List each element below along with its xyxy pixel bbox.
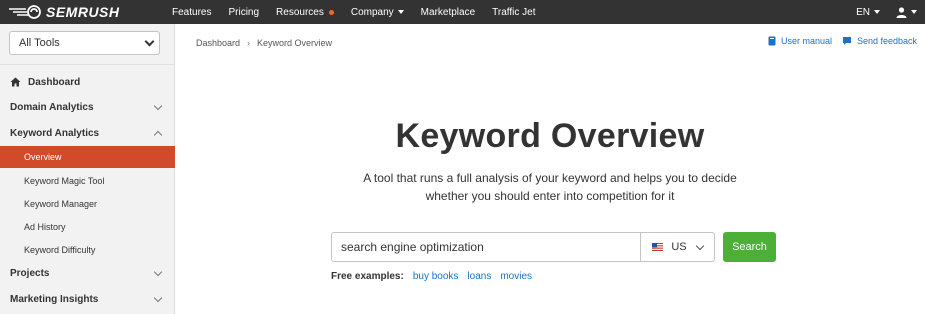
sidebar-item-label: Overview <box>24 152 62 162</box>
example-link-buy-books[interactable]: buy books <box>413 271 459 282</box>
user-menu[interactable] <box>896 6 917 18</box>
caret-down-icon <box>911 10 917 14</box>
tools-select-value: All Tools <box>19 37 60 49</box>
sidebar-item-label: Ad History <box>24 222 66 232</box>
page-description-line-1: A tool that runs a full analysis of your… <box>363 171 737 185</box>
us-flag-icon <box>652 243 664 251</box>
caret-down-icon <box>874 10 880 14</box>
nav-traffic-jet-label: Traffic Jet <box>492 6 536 18</box>
nav-company-label: Company <box>350 6 394 18</box>
tools-select[interactable]: All Tools <box>9 31 160 55</box>
chevron-up-icon <box>153 130 163 139</box>
nav-resources[interactable]: Resources <box>276 7 334 18</box>
chevron-right-icon: › <box>247 38 251 48</box>
user-icon <box>896 6 907 18</box>
database-select[interactable]: US <box>640 233 714 261</box>
chevron-down-icon <box>153 293 163 302</box>
page-description-line-2: whether you should enter into competitio… <box>425 189 675 203</box>
example-link-loans[interactable]: loans <box>467 271 491 282</box>
sidebar-item-keyword-difficulty[interactable]: Keyword Difficulty <box>0 239 175 261</box>
free-examples-label: Free examples: <box>331 271 404 282</box>
page-title: Keyword Overview <box>395 117 705 155</box>
send-feedback-link[interactable]: Send feedback <box>842 36 917 46</box>
breadcrumb-current: Keyword Overview <box>257 38 333 48</box>
sidebar-item-ad-history[interactable]: Ad History <box>0 216 175 238</box>
chevron-down-icon <box>153 101 163 110</box>
sidebar: All Tools Dashboard Domain Analytics Key… <box>0 24 175 314</box>
keyword-search-box: US <box>331 232 715 262</box>
sidebar-item-domain-analytics[interactable]: Domain Analytics <box>0 95 175 119</box>
nav-resources-label: Resources <box>276 6 324 18</box>
user-manual-label: User manual <box>781 36 833 46</box>
semrush-logo[interactable]: SEMRUSH <box>8 3 120 21</box>
top-right-controls: EN <box>856 0 917 24</box>
dashboard-label-wrap: Dashboard <box>10 77 80 88</box>
logo-text: SEMRUSH <box>46 4 120 20</box>
nav-traffic-jet[interactable]: Traffic Jet <box>492 7 535 18</box>
search-button[interactable]: Search <box>723 232 776 262</box>
nav-marketplace[interactable]: Marketplace <box>421 7 475 18</box>
language-switcher[interactable]: EN <box>856 7 880 18</box>
new-indicator-dot <box>328 9 334 15</box>
sidebar-item-projects[interactable]: Projects <box>0 261 175 285</box>
chevron-down-icon <box>153 267 163 276</box>
book-icon <box>768 36 776 46</box>
chevron-down-icon <box>144 36 155 47</box>
home-icon <box>10 77 21 87</box>
sidebar-item-label: Keyword Manager <box>24 199 98 209</box>
sidebar-item-keyword-analytics[interactable]: Keyword Analytics <box>0 121 175 145</box>
sidebar-item-label: Domain Analytics <box>10 101 94 113</box>
sidebar-item-keyword-manager[interactable]: Keyword Manager <box>0 193 175 215</box>
sidebar-item-label: Keyword Analytics <box>10 127 100 139</box>
keyword-search-input[interactable] <box>332 233 640 261</box>
user-manual-link[interactable]: User manual <box>768 36 832 46</box>
nav-features[interactable]: Features <box>172 7 211 18</box>
nav-pricing-label: Pricing <box>228 6 260 18</box>
sidebar-item-label: Dashboard <box>28 76 81 88</box>
sidebar-item-label: Keyword Magic Tool <box>24 176 105 186</box>
example-link-movies[interactable]: movies <box>500 271 532 282</box>
nav-company[interactable]: Company <box>351 7 404 18</box>
breadcrumb: Dashboard › Keyword Overview <box>196 38 332 48</box>
speech-bubble-icon <box>843 37 851 45</box>
sidebar-divider <box>0 64 175 65</box>
sidebar-item-marketing-insights[interactable]: Marketing Insights <box>0 287 175 311</box>
top-nav: Features Pricing Resources Company Marke… <box>172 0 553 24</box>
send-feedback-label: Send feedback <box>857 36 918 46</box>
sidebar-item-label: Projects <box>10 267 50 279</box>
sidebar-item-label: Marketing Insights <box>10 293 99 305</box>
chevron-down-icon <box>695 241 704 250</box>
top-navigation-bar: SEMRUSH Features Pricing Resources Compa… <box>0 0 925 24</box>
sidebar-item-label: Keyword Difficulty <box>24 245 96 255</box>
caret-down-icon <box>397 10 404 14</box>
language-label: EN <box>856 6 870 18</box>
sidebar-item-overview[interactable]: Overview <box>0 146 175 168</box>
nav-features-label: Features <box>172 6 212 18</box>
semrush-logo-icon <box>9 5 41 19</box>
sidebar-item-dashboard[interactable]: Dashboard <box>0 70 175 94</box>
nav-pricing[interactable]: Pricing <box>228 7 259 18</box>
sidebar-item-keyword-magic-tool[interactable]: Keyword Magic Tool <box>0 170 175 192</box>
breadcrumb-dashboard[interactable]: Dashboard <box>196 38 240 48</box>
nav-marketplace-label: Marketplace <box>420 6 476 18</box>
free-examples: Free examples: buy books loans movies <box>331 271 541 282</box>
database-value: US <box>671 241 687 253</box>
